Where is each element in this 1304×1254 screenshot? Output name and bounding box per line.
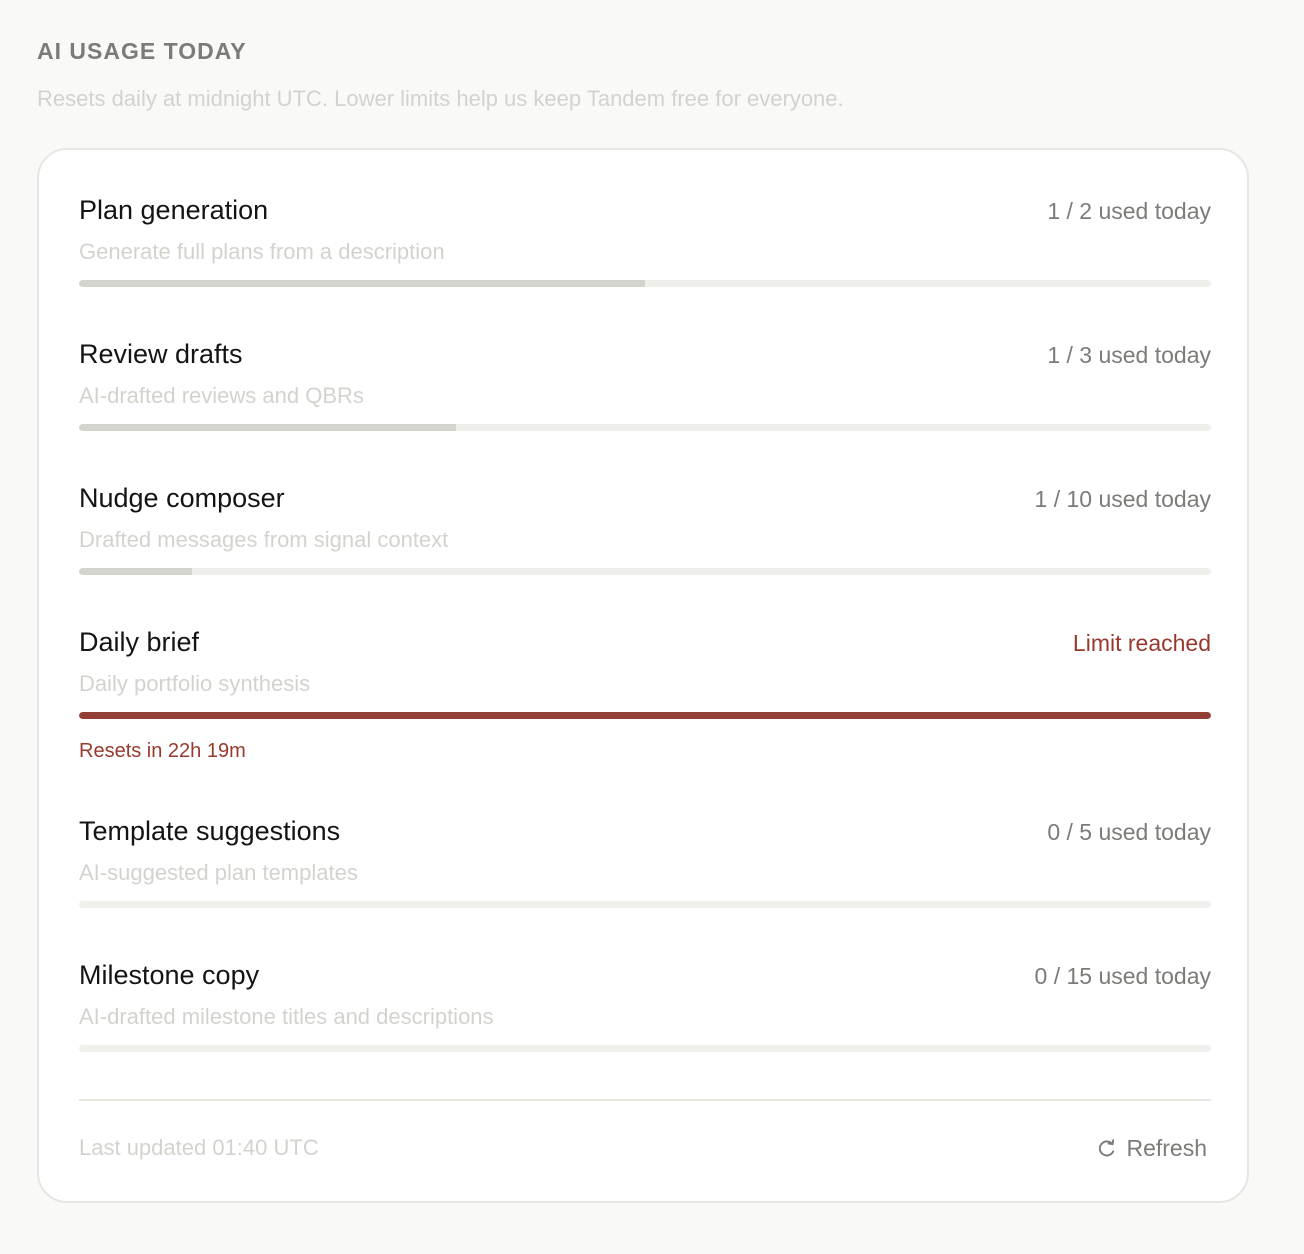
usage-description: AI-suggested plan templates: [79, 860, 358, 885]
usage-name: Plan generation: [79, 195, 269, 225]
usage-count: 1 / 3 used today: [1047, 342, 1211, 368]
usage-description: AI-drafted reviews and QBRs: [79, 383, 364, 408]
usage-count: 1 / 10 used today: [1034, 486, 1211, 512]
usage-progress-fill: [79, 568, 193, 575]
usage-name: Daily brief: [79, 627, 200, 657]
usage-count: 0 / 15 used today: [1034, 963, 1211, 989]
usage-progress-fill: [79, 424, 457, 431]
usage-progress-fill: [79, 280, 645, 287]
usage-progress-bar: [79, 568, 1211, 575]
footer-divider: [79, 1099, 1211, 1101]
section-subtitle: Resets daily at midnight UTC. Lower limi…: [37, 86, 844, 111]
usage-progress-bar: [79, 424, 1211, 431]
refresh-label: Refresh: [1126, 1135, 1207, 1161]
usage-description: Drafted messages from signal context: [79, 527, 449, 552]
usage-name: Review drafts: [79, 339, 243, 369]
refresh-icon: [1096, 1137, 1118, 1159]
usage-progress-bar: [79, 1045, 1211, 1052]
usage-description: AI-drafted milestone titles and descript…: [79, 1004, 494, 1029]
last-updated-text: Last updated 01:40 UTC: [79, 1135, 319, 1160]
usage-progress-bar: [79, 280, 1211, 287]
usage-description: Daily portfolio synthesis: [79, 671, 311, 696]
usage-description: Generate full plans from a description: [79, 239, 445, 264]
refresh-button[interactable]: Refresh: [1096, 1133, 1207, 1163]
usage-name: Milestone copy: [79, 960, 260, 990]
section-title: AI USAGE TODAY: [37, 38, 247, 64]
usage-card: Plan generation 1 / 2 used today Generat…: [37, 148, 1249, 1203]
usage-count: 0 / 5 used today: [1047, 819, 1211, 845]
usage-progress-bar: [79, 712, 1211, 719]
reset-countdown: Resets in 22h 19m: [79, 740, 246, 762]
usage-progress-bar: [79, 901, 1211, 908]
usage-progress-fill: [79, 712, 1211, 719]
usage-name: Nudge composer: [79, 483, 285, 513]
usage-count: 1 / 2 used today: [1047, 198, 1211, 224]
usage-name: Template suggestions: [79, 816, 341, 846]
limit-reached-label: Limit reached: [1072, 630, 1211, 656]
